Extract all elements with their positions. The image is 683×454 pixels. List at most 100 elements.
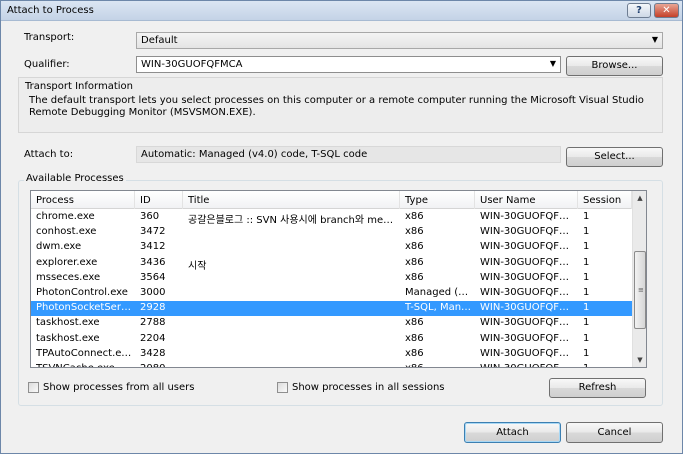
transport-dropdown[interactable]: Default ▼ [136,32,663,49]
table-row[interactable]: taskhost.exe 2204 x86 WIN-30GUOFQFMC... 1 [31,332,632,347]
cell-process: TSVNCache.exe [36,363,132,367]
table-row[interactable]: msseces.exe 3564 x86 WIN-30GUOFQFMC... 1 [31,271,632,286]
close-button[interactable]: ✕ [654,3,679,18]
qualifier-combo[interactable]: WIN-30GUOFQFMCA ▼ [136,56,561,73]
table-row[interactable]: dwm.exe 3412 x86 WIN-30GUOFQFMC... 1 [31,240,632,255]
transport-information-heading: Transport Information [25,81,133,92]
qualifier-label: Qualifier: [24,59,70,70]
select-button[interactable]: Select... [566,147,663,167]
cell-user-name: WIN-30GUOFQFMC... [480,256,575,268]
cell-type: x86 [405,317,424,329]
chevron-down-icon[interactable]: ▼ [550,59,556,68]
cell-process: explorer.exe [36,256,98,268]
cell-session: 1 [583,256,590,268]
show-all-sessions-checkbox[interactable]: Show processes in all sessions [277,382,445,393]
grip-icon: ≡ [638,286,644,294]
help-button[interactable]: ? [627,3,651,18]
chevron-down-icon: ▼ [651,35,658,44]
transport-information-panel: Transport Information The default transp… [18,77,663,133]
cell-user-name: WIN-30GUOFQFMC... [480,317,575,329]
column-header-id[interactable]: ID [135,191,183,209]
cell-type: x86 [405,211,424,222]
cell-process: dwm.exe [36,241,82,253]
cell-session: 1 [583,211,590,222]
cell-process: taskhost.exe [36,317,100,329]
cell-session: 1 [583,347,590,359]
cell-id: 3428 [140,347,166,359]
transport-value: Default [141,35,178,46]
transport-information-text: The default transport lets you select pr… [29,95,644,118]
table-row[interactable]: TPAutoConnect.exe 3428 x86 WIN-30GUOFQFMC..… [31,347,632,362]
cell-title: 공갈은블로그 :: SVN 사용시에 branch와 merg... [188,215,397,226]
cell-type: Managed (v4.... [405,286,473,298]
column-header-user-name[interactable]: User Name [475,191,578,209]
attach-to-field: Automatic: Managed (v4.0) code, T-SQL co… [136,146,561,163]
show-all-users-checkbox[interactable]: Show processes from all users [28,382,194,393]
cell-id: 3436 [140,256,166,268]
help-icon: ? [636,5,642,16]
cancel-button[interactable]: Cancel [566,422,663,443]
cell-id: 2204 [140,332,166,344]
process-list-header: Process ID Title Type User Name Session [31,191,632,209]
column-header-session[interactable]: Session [578,191,632,209]
cell-session: 1 [583,226,590,238]
cell-user-name: WIN-30GUOFQFMC... [480,241,575,253]
cell-type: x86 [405,347,424,359]
cell-user-name: WIN-30GUOFQFMC... [480,302,575,314]
window-title: Attach to Process [7,5,94,16]
cell-session: 1 [583,332,590,344]
cell-session: 1 [583,317,590,329]
cell-process: taskhost.exe [36,332,100,344]
checkbox-box[interactable] [277,382,288,393]
process-list-scrollbar[interactable]: ▲ ≡ ▼ [632,191,646,367]
column-header-title[interactable]: Title [183,191,400,209]
table-row[interactable]: chrome.exe 360 공갈은블로그 :: SVN 사용시에 branch와 … [31,210,632,226]
cell-user-name: WIN-30GUOFQFMC... [480,271,575,283]
cell-type: T-SQL, Mana... [405,302,473,314]
title-bar[interactable]: Attach to Process ? ✕ [1,1,682,21]
scroll-up-icon[interactable]: ▲ [633,191,646,205]
available-processes-label: Available Processes [24,173,126,184]
column-header-type[interactable]: Type [400,191,475,209]
scroll-down-icon[interactable]: ▼ [633,353,646,367]
table-row[interactable]: PhotonControl.exe 3000 Managed (v4.... WIN-… [31,286,632,301]
cell-user-name: WIN-30GUOFQFMC... [480,347,575,359]
qualifier-value: WIN-30GUOFQFMCA [141,59,243,70]
cell-title: 시작 [188,260,207,272]
refresh-button[interactable]: Refresh [549,378,646,398]
cell-user-name: WIN-30GUOFQFMC... [480,286,575,298]
cell-session: 1 [583,241,590,253]
cell-type: x86 [405,241,424,253]
cell-user-name: WIN-30GUOFQFMC... [480,226,575,238]
cell-session: 1 [583,271,590,283]
scroll-thumb[interactable]: ≡ [634,251,646,329]
table-row[interactable]: PhotonSocketServer.... 2928 T-SQL, Mana...… [31,301,632,317]
attach-to-value: Automatic: Managed (v4.0) code, T-SQL co… [141,149,368,160]
cell-id: 2788 [140,317,166,329]
table-row[interactable]: taskhost.exe 2788 x86 WIN-30GUOFQFMC... 1 [31,316,632,331]
column-header-process[interactable]: Process [31,191,135,209]
cell-process: chrome.exe [36,211,95,222]
cell-id: 2080 [140,363,180,367]
cell-id: 360 [140,211,160,222]
cell-process: msseces.exe [36,271,101,283]
process-rows: chrome.exe 360 공갈은블로그 :: SVN 사용시에 branch와 … [31,210,632,367]
cell-process: PhotonControl.exe [36,286,128,298]
cell-id: 3000 [140,286,166,298]
checkbox-box[interactable] [28,382,39,393]
table-row[interactable]: conhost.exe 3472 x86 WIN-30GUOFQFMC... 1 [31,225,632,240]
cell-process: PhotonSocketServer.... [36,302,132,314]
cell-id: 3412 [140,241,166,253]
browse-button[interactable]: Browse... [566,56,663,76]
cell-session: 1 [583,363,629,367]
process-list[interactable]: Process ID Title Type User Name Session … [30,190,647,368]
table-row[interactable]: explorer.exe 3436 시작 x86 WIN-30GUOFQFMC... 1 [31,256,632,272]
show-all-users-label: Show processes from all users [43,382,195,393]
attach-button[interactable]: Attach [464,422,561,443]
close-icon: ✕ [662,5,671,16]
cell-id: 2928 [140,302,166,314]
cell-id: 3564 [140,271,166,283]
show-all-sessions-label: Show processes in all sessions [292,382,445,393]
attach-to-process-dialog: Attach to Process ? ✕ Transport: Default… [0,0,683,454]
table-row[interactable]: TSVNCache.exe 2080 x86 WIN-30GUOFQFMC... 1 [31,362,632,367]
